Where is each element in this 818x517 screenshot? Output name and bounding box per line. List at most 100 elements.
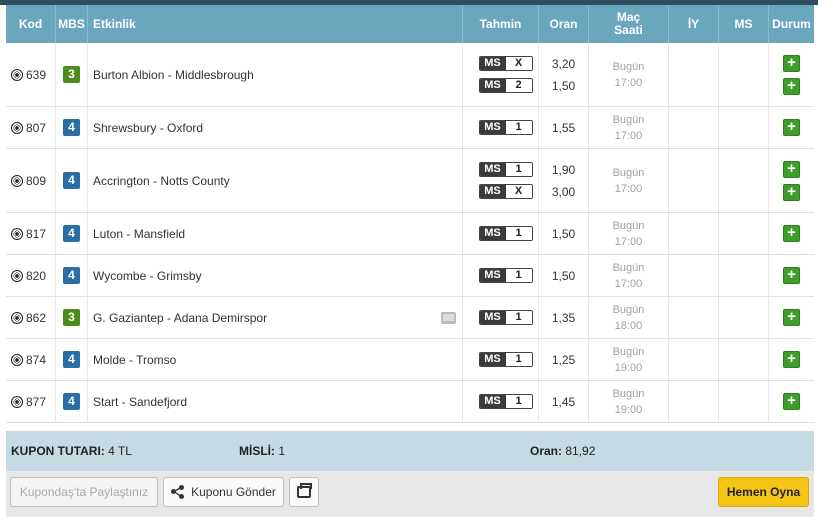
soccer-ball-icon [11, 353, 23, 366]
event-name[interactable]: Start - Sandefjord [93, 395, 187, 409]
match-day: Bugün [612, 303, 645, 316]
pick-value: 2 [505, 79, 532, 92]
match-time-cell: Bugün 18:00 [589, 297, 669, 338]
iy-cell [669, 107, 719, 148]
pick-value: 1 [505, 269, 532, 282]
iy-cell [669, 381, 719, 422]
event-name[interactable]: Wycombe - Grimsby [93, 269, 202, 283]
soccer-ball-icon [11, 395, 23, 408]
match-time: 17:00 [614, 277, 643, 290]
plus-icon[interactable]: + [783, 225, 800, 242]
coupon-footer: Kupondaş'ta Paylaştınız Kuponu Gönder He… [6, 471, 814, 517]
mbs-cell: 4 [56, 381, 88, 422]
match-time: 17:00 [614, 129, 643, 142]
match-time: 19:00 [614, 361, 643, 374]
event-name[interactable]: Luton - Mansfield [93, 227, 185, 241]
pick-type: MS [479, 269, 506, 282]
plus-icon[interactable]: + [783, 77, 800, 95]
plus-icon[interactable]: + [783, 393, 800, 410]
header-oran[interactable]: Oran [539, 5, 589, 43]
header-etkinlik[interactable]: Etkinlik [88, 5, 463, 43]
plus-icon[interactable]: + [783, 54, 800, 72]
prediction-pick: MS 2 [478, 78, 533, 93]
match-day: Bugün [612, 166, 645, 179]
pick-type: MS [479, 311, 506, 324]
odds-cell: 1,90 3,00 [539, 149, 589, 212]
play-now-button[interactable]: Hemen Oyna [718, 477, 809, 507]
mbs-cell: 4 [56, 149, 88, 212]
prediction-cell: MS 1 [463, 381, 539, 422]
prediction-pick: MS 1 [478, 310, 533, 325]
send-coupon-label: Kuponu Gönder [191, 485, 276, 499]
event-name[interactable]: Molde - Tromso [93, 353, 176, 367]
header-iy[interactable]: İY [669, 5, 719, 43]
odds-cell: 1,50 [539, 213, 589, 254]
match-code: 820 [6, 255, 56, 296]
event-name[interactable]: Accrington - Notts County [93, 174, 230, 188]
soccer-ball-icon [11, 269, 23, 282]
event-cell: Shrewsbury - Oxford [88, 107, 463, 148]
coupon-summary: KUPON TUTARI: 4 TL MİSLİ: 1 Oran: 81,92 [6, 431, 814, 471]
ms-cell [719, 381, 769, 422]
header-durum[interactable]: Durum [769, 5, 814, 43]
header-ms[interactable]: MS [719, 5, 769, 43]
prediction-cell: MS 1 [463, 107, 539, 148]
odds-value: 1,50 [551, 78, 576, 93]
soccer-ball-icon [11, 121, 23, 134]
event-cell: Molde - Tromso [88, 339, 463, 380]
mbs-badge: 4 [63, 225, 80, 242]
mbs-cell: 4 [56, 339, 88, 380]
prediction-cell: MS 1 [463, 297, 539, 338]
iy-cell [669, 339, 719, 380]
event-name[interactable]: Burton Albion - Middlesbrough [93, 68, 254, 82]
match-time: 17:00 [614, 182, 643, 195]
table-row: 809 4 Accrington - Notts County MS 1 MS … [6, 149, 814, 213]
odds-cell: 1,55 [539, 107, 589, 148]
pick-value: 1 [505, 395, 532, 408]
share-kupondas-button[interactable]: Kupondaş'ta Paylaştınız [10, 477, 158, 507]
prediction-cell: MS 1 [463, 255, 539, 296]
tv-icon[interactable] [441, 311, 456, 324]
prediction-pick: MS 1 [478, 268, 533, 283]
plus-icon[interactable]: + [783, 351, 800, 368]
odds-cell: 1,45 [539, 381, 589, 422]
ms-cell [719, 149, 769, 212]
plus-icon[interactable]: + [783, 119, 800, 136]
event-name[interactable]: Shrewsbury - Oxford [93, 121, 203, 135]
send-coupon-button[interactable]: Kuponu Gönder [163, 477, 284, 507]
status-cell: + [769, 297, 814, 338]
prediction-cell: MS 1 MS X [463, 149, 539, 212]
mbs-badge: 3 [63, 309, 80, 326]
mbs-cell: 4 [56, 255, 88, 296]
pick-type: MS [479, 185, 506, 198]
table-row: 877 4 Start - Sandefjord MS 1 1,45 Bugün… [6, 381, 814, 423]
header-kod[interactable]: Kod [6, 5, 56, 43]
table-row: 639 3 Burton Albion - Middlesbrough MS X… [6, 43, 814, 107]
match-time-cell: Bugün 17:00 [589, 107, 669, 148]
odds-value: 1,55 [551, 120, 576, 135]
odds-cell: 1,25 [539, 339, 589, 380]
soccer-ball-icon [11, 311, 23, 324]
prediction-pick: MS 1 [478, 162, 533, 177]
plus-icon[interactable]: + [783, 183, 800, 201]
match-code: 817 [6, 213, 56, 254]
plus-icon[interactable]: + [783, 267, 800, 284]
match-day: Bugün [612, 60, 645, 73]
plus-icon[interactable]: + [783, 160, 800, 178]
plus-icon[interactable]: + [783, 309, 800, 326]
header-mac-saati[interactable]: Maç Saati [589, 5, 669, 43]
iy-cell [669, 149, 719, 212]
event-name[interactable]: G. Gaziantep - Adana Demirspor [93, 311, 267, 325]
header-tahmin[interactable]: Tahmin [463, 5, 539, 43]
event-cell: Start - Sandefjord [88, 381, 463, 422]
event-cell: Accrington - Notts County [88, 149, 463, 212]
match-day: Bugün [612, 387, 645, 400]
header-mbs[interactable]: MBS [56, 5, 88, 43]
prediction-pick: MS 1 [478, 120, 533, 135]
iy-cell [669, 255, 719, 296]
mbs-badge: 3 [63, 66, 80, 83]
mbs-cell: 3 [56, 297, 88, 338]
print-button[interactable] [289, 477, 319, 507]
pick-type: MS [479, 121, 506, 134]
ms-cell [719, 213, 769, 254]
